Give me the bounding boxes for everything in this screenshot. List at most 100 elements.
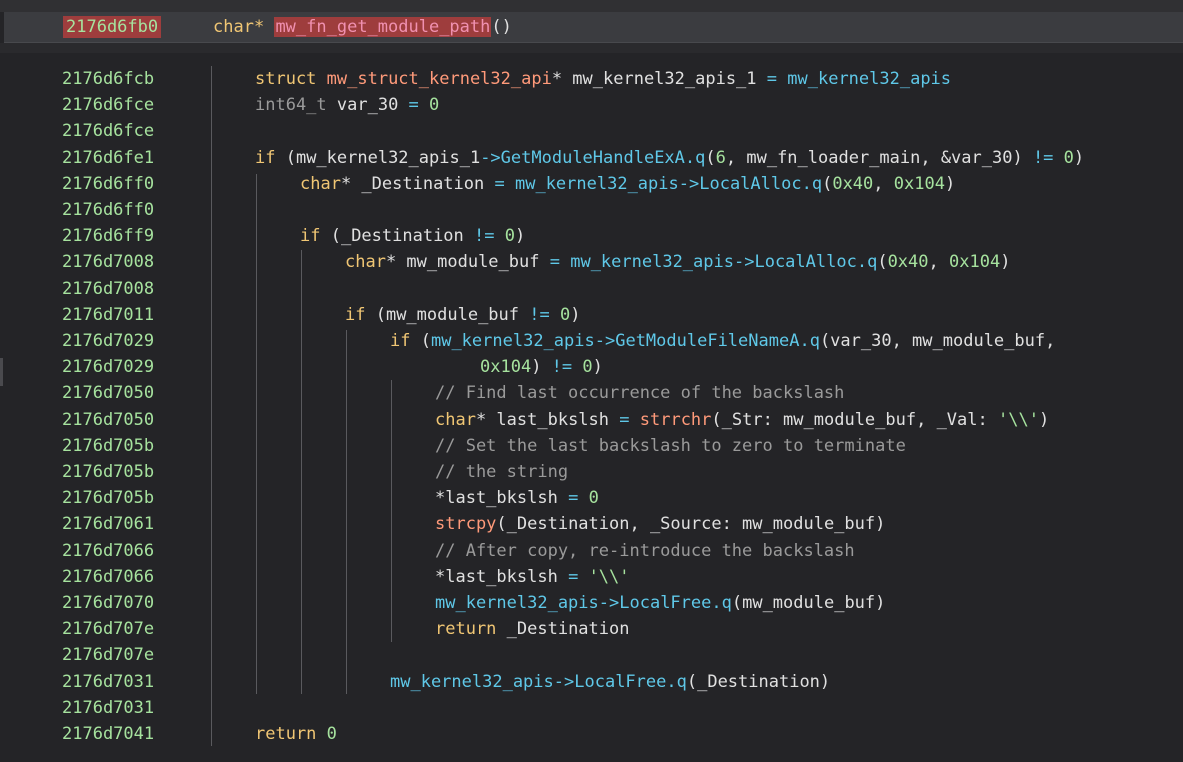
function-address[interactable]: 2176d6fb0 — [63, 16, 162, 38]
code-token: return — [255, 724, 317, 744]
line-address[interactable]: 2176d6ff9 — [62, 225, 154, 247]
code-token: ) — [515, 226, 526, 247]
line-code[interactable]: // Find last occurrence of the backslash — [435, 382, 844, 404]
code-line[interactable]: 2176d7029 if (mw_kernel32_apis->GetModule… — [0, 328, 1183, 354]
code-token: != — [551, 357, 573, 378]
line-address[interactable]: 2176d7050 — [62, 382, 154, 404]
line-code[interactable]: mw_kernel32_apis->LocalFree.q(_Destinati… — [390, 671, 830, 693]
code-token: *last_bkslsh — [435, 488, 569, 509]
code-token: -> — [594, 331, 616, 351]
code-line[interactable]: 2176d6ff0 — [0, 197, 1183, 223]
line-code[interactable]: if (mw_kernel32_apis->GetModuleFileNameA… — [390, 330, 1055, 352]
line-address[interactable]: 2176d7011 — [62, 304, 154, 326]
code-line[interactable]: 2176d7031 mw_kernel32_apis->LocalFree.q(_… — [0, 669, 1183, 695]
line-code[interactable]: strcpy(_Destination, _Source: mw_module_… — [435, 513, 885, 535]
line-address[interactable]: 2176d6fce — [62, 94, 154, 116]
line-address[interactable]: 2176d7029 — [62, 330, 154, 352]
code-line[interactable]: 2176d7031 — [0, 695, 1183, 721]
code-token: ( — [877, 252, 888, 273]
code-line[interactable]: 2176d7050 // Find last occurrence of the … — [0, 380, 1183, 406]
line-address[interactable]: 2176d7031 — [62, 671, 154, 693]
line-code[interactable]: char* mw_module_buf = mw_kernel32_apis->… — [345, 251, 1010, 273]
code-token: .q — [666, 671, 687, 692]
code-token: struct — [255, 69, 327, 89]
function-header[interactable]: 2176d6fb0 char* mw_fn_get_module_path() — [4, 12, 1183, 43]
code-token: var_30 — [326, 95, 409, 116]
code-line[interactable]: 2176d707e — [0, 642, 1183, 668]
line-code[interactable]: *last_bkslsh = '\\' — [435, 566, 630, 588]
line-code[interactable]: int64_t var_30 = 0 — [255, 94, 439, 116]
code-line[interactable]: 2176d6ff0 char* _Destination = mw_kernel3… — [0, 171, 1183, 197]
line-address[interactable]: 2176d705b — [62, 435, 154, 457]
line-code[interactable]: // Set the last backslash to zero to ter… — [435, 435, 906, 457]
line-code[interactable]: mw_kernel32_apis->LocalFree.q(mw_module_… — [435, 592, 885, 614]
code-line[interactable]: 2176d7011 if (mw_module_buf != 0) — [0, 302, 1183, 328]
line-address[interactable]: 2176d705b — [62, 461, 154, 483]
line-address[interactable]: 2176d705b — [62, 487, 154, 509]
function-signature[interactable]: char* mw_fn_get_module_path() — [213, 16, 512, 38]
line-address[interactable]: 2176d7008 — [62, 251, 154, 273]
code-token: -> — [598, 593, 620, 613]
line-code[interactable]: // the string — [435, 461, 568, 483]
code-token: 0 — [559, 304, 571, 325]
code-line[interactable]: 2176d7050 char* last_bkslsh = strrchr(_St… — [0, 407, 1183, 433]
code-line[interactable]: 2176d7066 // After copy, re-introduce the… — [0, 538, 1183, 564]
code-token: 0x104 — [893, 173, 945, 194]
line-code[interactable]: if (_Destination != 0) — [300, 225, 525, 247]
function-name[interactable]: mw_fn_get_module_path — [274, 17, 492, 37]
line-address[interactable]: 2176d7066 — [62, 566, 154, 588]
code-line[interactable]: 2176d7061 strcpy(_Destination, _Source: m… — [0, 511, 1183, 537]
code-line[interactable]: 2176d705b *last_bkslsh = 0 — [0, 485, 1183, 511]
line-address[interactable]: 2176d7066 — [62, 540, 154, 562]
code-token: 0 — [326, 724, 337, 744]
line-address[interactable]: 2176d6ff0 — [62, 173, 154, 195]
line-code[interactable]: *last_bkslsh = 0 — [435, 487, 599, 509]
line-address[interactable]: 2176d7029 — [62, 356, 154, 378]
line-address[interactable]: 2176d7031 — [62, 697, 154, 719]
line-code[interactable]: char* _Destination = mw_kernel32_apis->L… — [300, 173, 955, 195]
line-code[interactable]: return 0 — [255, 723, 337, 745]
line-address[interactable]: 2176d707e — [62, 618, 154, 640]
line-address[interactable]: 2176d707e — [62, 644, 154, 666]
code-token: _Destination — [496, 619, 630, 640]
code-line[interactable]: 2176d707e return _Destination — [0, 616, 1183, 642]
code-line[interactable]: 2176d6ff9 if (_Destination != 0) — [0, 223, 1183, 249]
code-line[interactable]: 2176d7008 — [0, 276, 1183, 302]
line-address[interactable]: 2176d7070 — [62, 592, 154, 614]
code-line[interactable]: 2176d7029 0x104) != 0) — [0, 354, 1183, 380]
line-code[interactable]: if (mw_module_buf != 0) — [345, 304, 580, 326]
code-token: 0x104 — [949, 252, 1001, 273]
code-line[interactable]: 2176d7008 char* mw_module_buf = mw_kernel… — [0, 249, 1183, 275]
code-token: -> — [480, 147, 501, 168]
line-code[interactable]: struct mw_struct_kernel32_api* mw_kernel… — [255, 68, 951, 90]
line-address[interactable]: 2176d7050 — [62, 409, 154, 431]
code-token: 0 — [1063, 147, 1074, 168]
line-code[interactable]: if (mw_kernel32_apis_1->GetModuleHandleE… — [255, 147, 1084, 169]
code-line[interactable]: 2176d6fcb struct mw_struct_kernel32_api* … — [0, 66, 1183, 92]
code-line[interactable]: 2176d6fce int64_t var_30 = 0 — [0, 92, 1183, 118]
code-line[interactable]: 2176d7041 return 0 — [0, 721, 1183, 747]
line-address[interactable]: 2176d6fcb — [62, 68, 154, 90]
code-line[interactable]: 2176d6fce — [0, 118, 1183, 144]
pane-top-strip — [0, 0, 1183, 12]
code-token: != — [529, 304, 550, 325]
code-token: ) — [592, 357, 603, 378]
line-address[interactable]: 2176d6fce — [62, 120, 154, 142]
line-address[interactable]: 2176d7008 — [62, 278, 154, 300]
line-code[interactable]: return _Destination — [435, 618, 629, 640]
line-address[interactable]: 2176d7041 — [62, 723, 154, 745]
line-address[interactable]: 2176d7061 — [62, 513, 154, 535]
line-address[interactable]: 2176d6ff0 — [62, 199, 154, 221]
line-code[interactable]: // After copy, re-introduce the backslas… — [435, 540, 855, 562]
code-token: = — [549, 252, 560, 273]
code-line[interactable]: 2176d705b // Set the last backslash to ze… — [0, 433, 1183, 459]
line-code[interactable]: char* last_bkslsh = strrchr(_Str: mw_mod… — [435, 409, 1049, 431]
code-line[interactable]: 2176d7066 *last_bkslsh = '\\' — [0, 564, 1183, 590]
code-line[interactable]: 2176d7070 mw_kernel32_apis->LocalFree.q(m… — [0, 590, 1183, 616]
code-line[interactable]: 2176d6fe1 if (mw_kernel32_apis_1->GetModu… — [0, 145, 1183, 171]
code-token: 0 — [504, 226, 515, 247]
line-address[interactable]: 2176d6fe1 — [62, 147, 154, 169]
code-line[interactable]: 2176d705b // the string — [0, 459, 1183, 485]
line-code[interactable]: 0x104) != 0) — [480, 356, 603, 378]
